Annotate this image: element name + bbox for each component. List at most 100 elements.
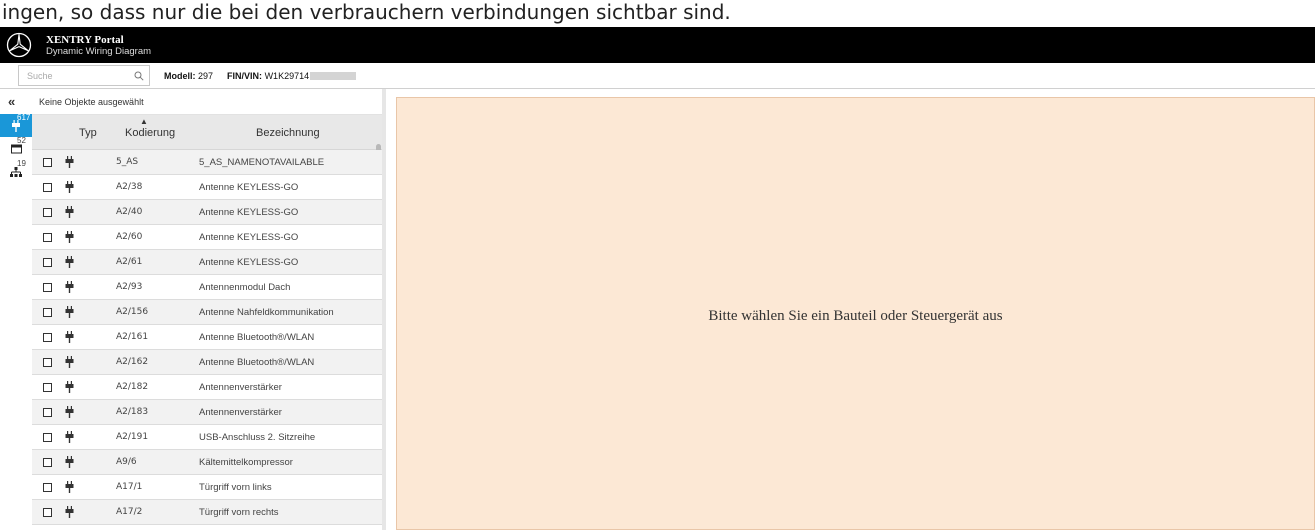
vin-label: FIN/VIN: <box>227 70 263 81</box>
tab-network[interactable]: 19 <box>0 159 32 183</box>
plug-icon <box>65 256 74 271</box>
table-row[interactable]: A2/191 USB-Anschluss 2. Sitzreihe <box>32 425 382 450</box>
row-kodierung: A2/156 <box>116 307 149 317</box>
table-row[interactable]: 5_AS 5_AS_NAMENOTAVAILABLE <box>32 150 382 175</box>
row-kodierung: A2/161 <box>116 332 149 342</box>
row-kodierung: A17/2 <box>116 507 143 517</box>
row-checkbox[interactable] <box>43 308 52 317</box>
table-row[interactable]: A17/1 Türgriff vorn links <box>32 475 382 500</box>
row-checkbox[interactable] <box>43 158 52 167</box>
table-header: Typ ▲ Kodierung Bezeichnung <box>32 115 382 158</box>
row-bezeichnung: Antennenmodul Dach <box>199 282 291 293</box>
network-icon <box>10 166 22 177</box>
row-checkbox[interactable] <box>43 183 52 192</box>
plug-icon <box>65 481 74 496</box>
tab-control-units[interactable]: 52 <box>0 136 32 160</box>
table-row[interactable]: A2/61 Antenne KEYLESS-GO <box>32 250 382 275</box>
collapse-sidebar-button[interactable]: « <box>8 94 15 109</box>
row-checkbox[interactable] <box>43 383 52 392</box>
row-kodierung: A17/1 <box>116 482 143 492</box>
plug-icon <box>65 381 74 396</box>
table-row[interactable]: A2/156 Antenne Nahfeldkommunikation <box>32 300 382 325</box>
row-kodierung: A2/191 <box>116 432 149 442</box>
search-input[interactable] <box>27 70 127 81</box>
empty-state-message: Bitte wählen Sie ein Bauteil oder Steuer… <box>708 308 1003 324</box>
column-header-typ[interactable]: Typ <box>79 127 97 139</box>
vin-value: W1K29714 <box>264 70 310 81</box>
vin-info: FIN/VIN: W1K29714 <box>227 70 357 81</box>
row-bezeichnung: Antenne KEYLESS-GO <box>199 207 299 218</box>
brand-block: XENTRY Portal Dynamic Wiring Diagram <box>46 34 151 57</box>
model-info: Modell: 297 <box>164 71 213 81</box>
row-bezeichnung: USB-Anschluss 2. Sitzreihe <box>199 432 316 443</box>
row-bezeichnung: Antennenverstärker <box>199 407 282 418</box>
search-icon[interactable] <box>134 71 144 81</box>
row-bezeichnung: Antenne Bluetooth®/WLAN <box>199 357 315 368</box>
components-count: 617 <box>17 113 31 122</box>
row-checkbox[interactable] <box>43 408 52 417</box>
search-box[interactable] <box>18 65 150 86</box>
selection-status: Keine Objekte ausgewählt <box>32 89 382 115</box>
control-units-count: 52 <box>17 136 26 145</box>
row-checkbox[interactable] <box>43 283 52 292</box>
row-checkbox[interactable] <box>43 333 52 342</box>
toolbar: Modell: 297 FIN/VIN: W1K29714 <box>0 63 1315 89</box>
model-value: 297 <box>198 70 214 81</box>
row-bezeichnung: Antenne KEYLESS-GO <box>199 232 299 243</box>
row-kodierung: A2/162 <box>116 357 149 367</box>
column-header-kodierung[interactable]: Kodierung <box>125 127 175 139</box>
table-row[interactable]: A2/183 Antennenverstärker <box>32 400 382 425</box>
plug-icon <box>65 456 74 471</box>
table-row[interactable]: A2/162 Antenne Bluetooth®/WLAN <box>32 350 382 375</box>
diagram-area: Bitte wählen Sie ein Bauteil oder Steuer… <box>396 97 1315 530</box>
app-subtitle: Dynamic Wiring Diagram <box>46 45 152 57</box>
row-kodierung: A2/60 <box>116 232 143 242</box>
plug-icon <box>65 281 74 296</box>
table-row[interactable]: A2/93 Antennenmodul Dach <box>32 275 382 300</box>
row-kodierung: A2/40 <box>116 207 143 217</box>
model-label: Modell: <box>164 70 196 81</box>
table-row[interactable]: A9/6 Kältemittelkompressor <box>32 450 382 475</box>
vin-redaction <box>310 72 357 81</box>
mercedes-star-logo[interactable] <box>6 32 32 58</box>
table-row[interactable]: A2/60 Antenne KEYLESS-GO <box>32 225 382 250</box>
plug-icon <box>65 181 74 196</box>
component-list: 5_AS 5_AS_NAMENOTAVAILABLE A2/38 Antenne KE… <box>32 150 382 525</box>
table-row[interactable]: A2/38 Antenne KEYLESS-GO <box>32 175 382 200</box>
row-checkbox[interactable] <box>43 258 52 267</box>
app-title: XENTRY Portal <box>46 33 124 46</box>
plug-icon <box>65 406 74 421</box>
row-checkbox[interactable] <box>43 458 52 467</box>
table-row[interactable]: A17/2 Türgriff vorn rechts <box>32 500 382 525</box>
row-kodierung: 5_AS <box>116 157 139 167</box>
control-unit-icon <box>10 144 22 153</box>
row-bezeichnung: Antenne Nahfeldkommunikation <box>199 307 334 318</box>
row-bezeichnung: Antenne KEYLESS-GO <box>199 257 299 268</box>
column-header-bezeichnung[interactable]: Bezeichnung <box>256 127 320 139</box>
row-checkbox[interactable] <box>43 208 52 217</box>
row-checkbox[interactable] <box>43 233 52 242</box>
app-header: XENTRY Portal Dynamic Wiring Diagram <box>0 27 1315 63</box>
plug-icon <box>65 206 74 221</box>
row-checkbox[interactable] <box>43 358 52 367</box>
table-row[interactable]: A2/40 Antenne KEYLESS-GO <box>32 200 382 225</box>
row-kodierung: A2/38 <box>116 182 143 192</box>
row-bezeichnung: Kältemittelkompressor <box>199 457 293 468</box>
plug-icon <box>65 506 74 521</box>
components-panel: Keine Objekte ausgewählt Typ ▲ Kodierung… <box>32 89 383 530</box>
table-row[interactable]: A2/182 Antennenverstärker <box>32 375 382 400</box>
row-kodierung: A2/182 <box>116 382 149 392</box>
panel-scrollbar[interactable] <box>382 89 386 530</box>
plug-icon <box>65 156 74 171</box>
row-bezeichnung: Antennenverstärker <box>199 382 282 393</box>
table-row[interactable]: A2/161 Antenne Bluetooth®/WLAN <box>32 325 382 350</box>
row-checkbox[interactable] <box>43 483 52 492</box>
row-checkbox[interactable] <box>43 433 52 442</box>
row-kodierung: A9/6 <box>116 457 137 467</box>
row-checkbox[interactable] <box>43 508 52 517</box>
row-bezeichnung: Antenne Bluetooth®/WLAN <box>199 332 315 343</box>
network-count: 19 <box>17 159 26 168</box>
background-document-text: ingen, so dass nur die bei den verbrauch… <box>2 0 731 24</box>
tab-components[interactable]: 617 <box>0 113 32 137</box>
plug-icon <box>65 231 74 246</box>
